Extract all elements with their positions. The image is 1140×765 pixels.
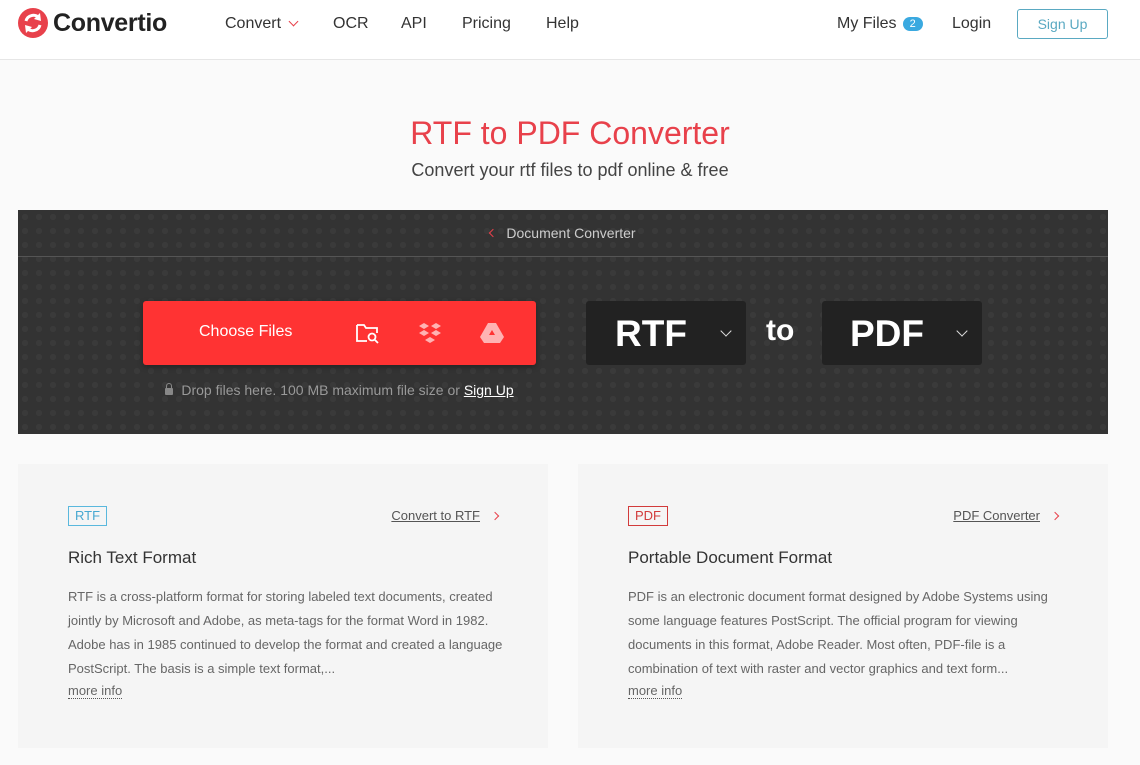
card-description: PDF is an electronic document format des… [628, 589, 1048, 676]
nav-convert[interactable]: Convert [225, 15, 299, 33]
card-title: Portable Document Format [628, 548, 833, 567]
format-card-pdf: PDF PDF Converter Portable Document Form… [578, 464, 1108, 748]
converter-panel: Document Converter Choose Files Drop fil… [18, 210, 1108, 434]
card-title: Rich Text Format [68, 548, 197, 567]
more-info-link[interactable]: more info [68, 683, 123, 699]
brand-name: Convertio [53, 8, 167, 37]
more-info-link[interactable]: more info [628, 683, 683, 699]
pdf-converter-link[interactable]: PDF Converter [953, 508, 1060, 523]
chevron-right-icon [1050, 511, 1060, 521]
nav-pricing[interactable]: Pricing [462, 15, 511, 33]
drop-signup-link[interactable]: Sign Up [464, 382, 514, 398]
from-format-value: RTF [615, 313, 687, 354]
chevron-left-icon [489, 228, 498, 238]
nav-convert-label: Convert [225, 15, 282, 32]
breadcrumb[interactable]: Document Converter [18, 210, 1108, 257]
convert-to-rtf-link[interactable]: Convert to RTF [391, 508, 500, 523]
top-navbar: Convertio Convert OCR API Pricing Help M… [0, 0, 1140, 60]
from-format-select[interactable]: RTF [586, 301, 746, 365]
chevron-down-icon [288, 16, 299, 27]
card-link-label: PDF Converter [953, 508, 1040, 523]
to-format-value: PDF [850, 313, 924, 354]
convertio-logo-icon [18, 8, 48, 38]
to-format-select[interactable]: PDF [822, 301, 982, 365]
dropbox-icon[interactable] [417, 321, 443, 345]
chevron-right-icon [490, 511, 500, 521]
login-link[interactable]: Login [952, 15, 991, 33]
lock-icon [165, 383, 174, 395]
card-description: RTF is a cross-platform format for stori… [68, 589, 503, 676]
my-files-link[interactable]: My Files 2 [837, 15, 923, 33]
to-label: to [766, 314, 795, 347]
drop-hint: Drop files here. 100 MB maximum file siz… [143, 382, 536, 398]
breadcrumb-label: Document Converter [506, 225, 636, 241]
chevron-down-icon [720, 325, 732, 337]
choose-files-label: Choose Files [199, 323, 293, 340]
chevron-down-icon [956, 325, 968, 337]
my-files-label: My Files [837, 15, 897, 32]
drop-hint-text: Drop files here. 100 MB maximum file siz… [181, 382, 460, 398]
card-link-label: Convert to RTF [391, 508, 480, 523]
format-tag: RTF [68, 506, 108, 526]
format-card-rtf: RTF Convert to RTF Rich Text Format RTF … [18, 464, 548, 748]
signup-button[interactable]: Sign Up [1017, 9, 1108, 39]
logo[interactable]: Convertio [18, 8, 167, 38]
google-drive-icon[interactable] [479, 321, 505, 345]
page-subtitle: Convert your rtf files to pdf online & f… [411, 160, 729, 180]
nav-ocr[interactable]: OCR [333, 15, 369, 33]
page-title: RTF to PDF Converter [410, 115, 730, 151]
nav-api[interactable]: API [401, 15, 427, 33]
folder-search-icon[interactable] [355, 321, 381, 345]
choose-files-button[interactable]: Choose Files [143, 301, 536, 365]
files-count-badge: 2 [902, 17, 923, 31]
nav-help[interactable]: Help [546, 15, 579, 33]
format-tag: PDF [628, 506, 668, 526]
